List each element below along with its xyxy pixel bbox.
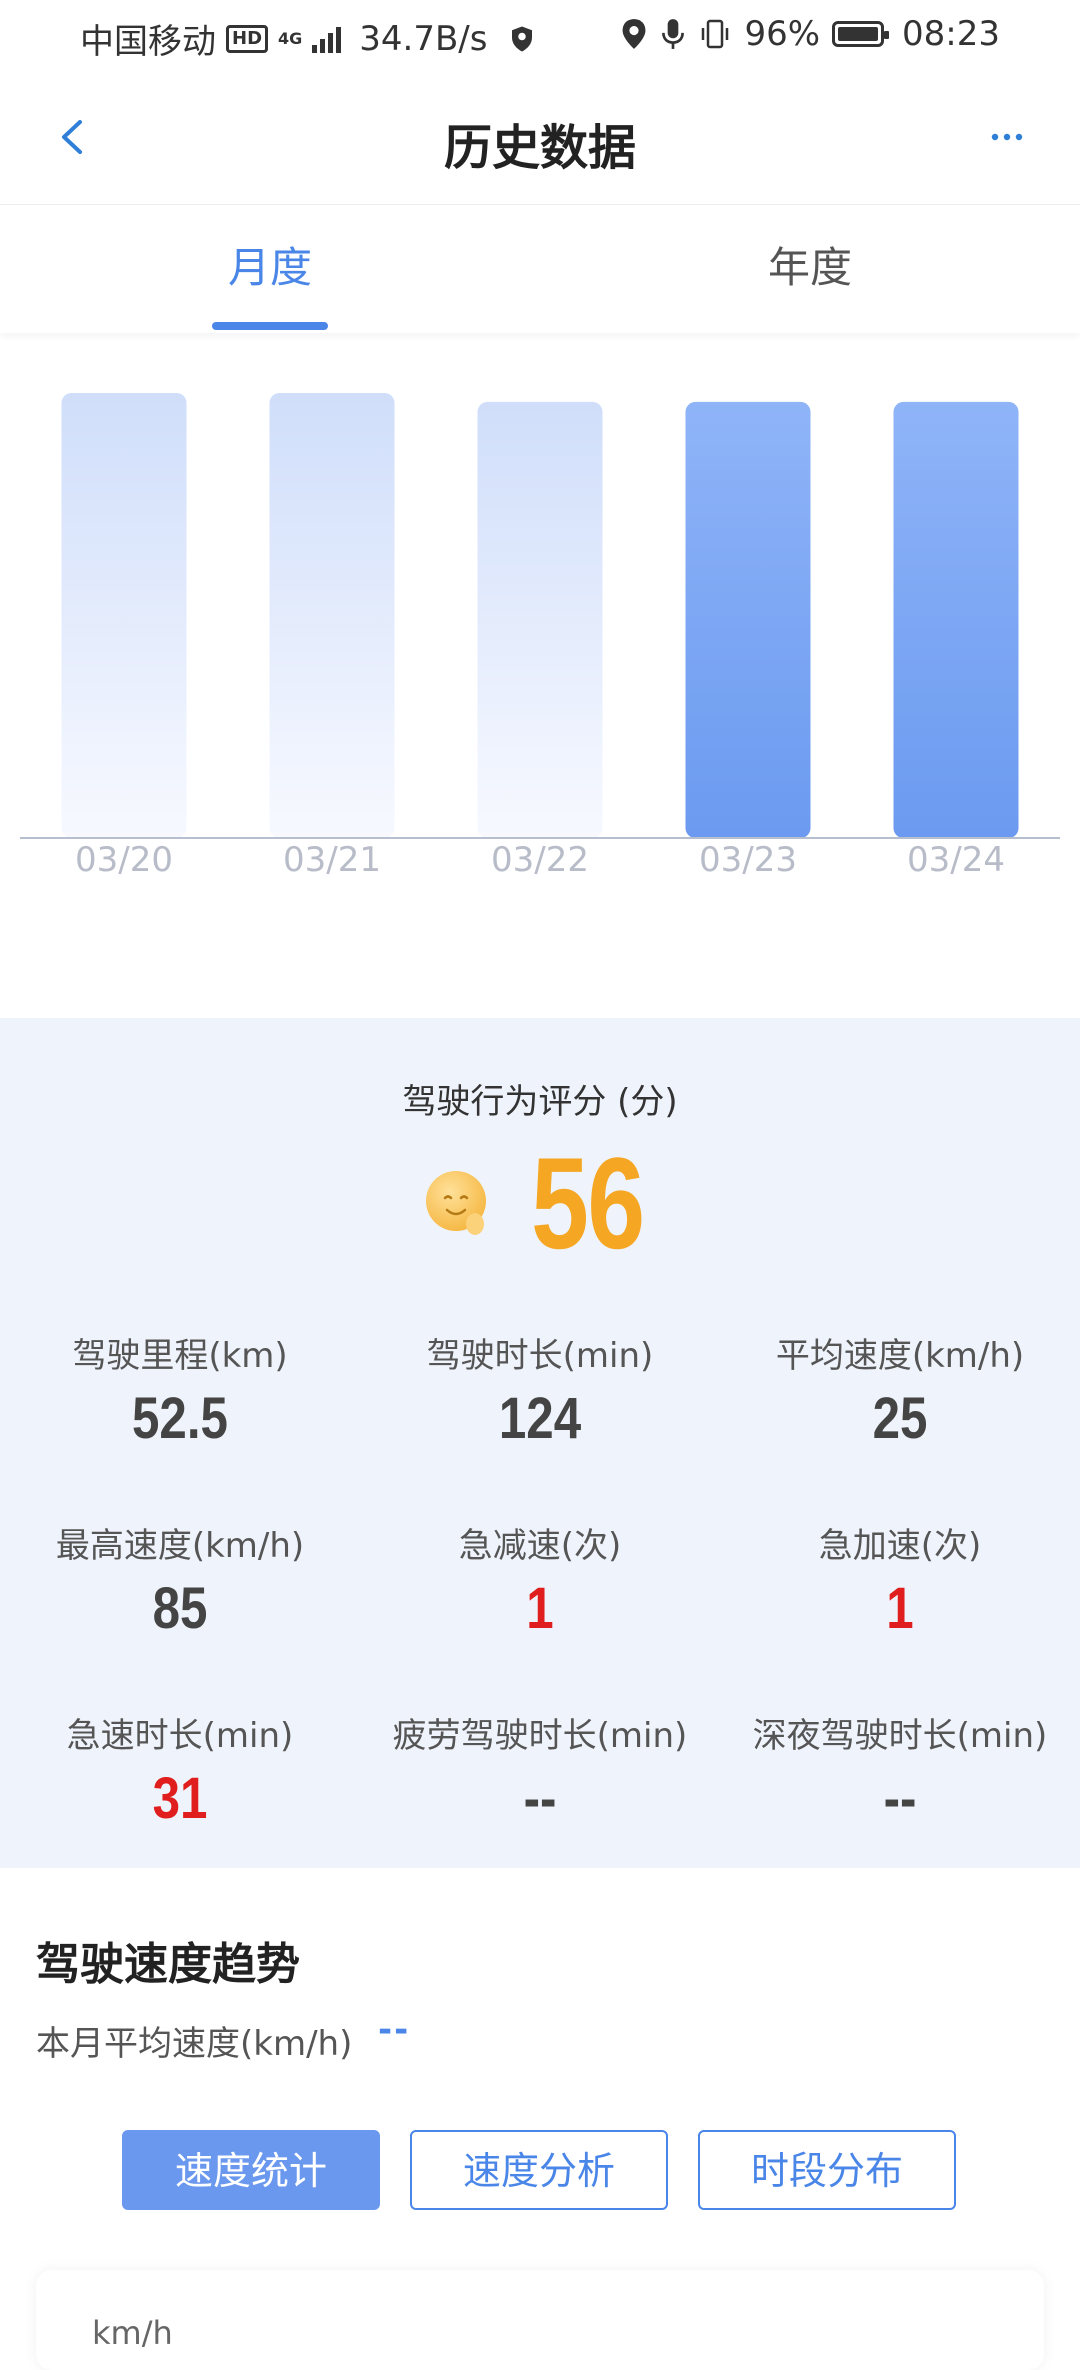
stat-value: 31 [152, 1766, 208, 1831]
stat-value: 1 [526, 1576, 554, 1641]
stat-max-speed: 最高速度(km/h) 85 [0, 1518, 360, 1642]
stat-value: 25 [872, 1386, 928, 1451]
y-axis-unit: km/h [92, 2314, 173, 2352]
bar-chart-svg [20, 393, 1060, 839]
tab-monthly[interactable]: 月度 [0, 205, 540, 333]
tab-yearly[interactable]: 年度 [540, 205, 1080, 333]
stat-speeding-duration: 急速时长(min) 31 [0, 1708, 360, 1832]
score-row: 56 [0, 1138, 1080, 1268]
network-type-icon: 4G [278, 28, 303, 48]
hd-icon: HD [226, 24, 269, 53]
stat-value: 52.5 [132, 1386, 228, 1451]
score-title: 驾驶行为评分 (分) [402, 1082, 678, 1122]
stat-mileage: 驾驶里程(km) 52.5 [0, 1328, 360, 1452]
stat-fatigue-duration: 疲劳驾驶时长(min) -- [360, 1708, 720, 1832]
speed-stats-button[interactable]: 速度统计 [122, 2130, 380, 2210]
bar-03-21[interactable] [269, 393, 395, 838]
speed-chart-card: km/h [36, 2270, 1044, 2370]
nav-bar: 历史数据 [0, 72, 1080, 205]
stat-label: 最高速度(km/h) [55, 1526, 305, 1566]
x-tick-label: 03/20 [75, 840, 173, 880]
active-tab-indicator [212, 322, 328, 330]
speed-analysis-button[interactable]: 速度分析 [410, 2130, 668, 2210]
microphone-icon [662, 19, 685, 49]
bar-03-24[interactable] [893, 401, 1019, 838]
net-speed: 34.7B/s [359, 18, 488, 59]
signal-icon [312, 25, 342, 53]
battery-icon [832, 21, 890, 47]
bar-03-23[interactable] [685, 401, 811, 838]
page-title: 历史数据 [443, 120, 636, 176]
driving-score-panel: 驾驶行为评分 (分) 56 驾驶里程(km) 52.5 驾驶时长(min) 12… [0, 1018, 1080, 1868]
x-tick-label: 03/21 [283, 840, 381, 880]
stat-value: 85 [152, 1576, 208, 1641]
more-dots-icon[interactable] [982, 112, 1032, 162]
stat-value: 124 [498, 1386, 582, 1451]
avg-speed-label: 本月平均速度(km/h) [36, 2024, 353, 2064]
stat-night-duration: 深夜驾驶时长(min) -- [720, 1708, 1080, 1832]
bar-03-22[interactable] [477, 401, 603, 838]
time-distribution-button[interactable]: 时段分布 [698, 2130, 956, 2210]
stat-hard-braking: 急减速(次) 1 [360, 1518, 720, 1642]
x-tick-label: 03/22 [491, 840, 589, 880]
smiley-face-icon [425, 1171, 486, 1235]
vibrate-icon [702, 19, 729, 49]
stat-value: -- [523, 1766, 557, 1831]
avg-speed-value: -- [378, 2010, 411, 2050]
stat-label: 急速时长(min) [66, 1716, 294, 1756]
battery-percent: 96% [744, 14, 821, 54]
bar-03-20[interactable] [61, 393, 187, 838]
stat-value: 1 [886, 1576, 914, 1641]
stat-label: 平均速度(km/h) [775, 1336, 1025, 1376]
stat-label: 驾驶时长(min) [426, 1336, 654, 1376]
status-bar: 中国移动 HD 4G 34.7B/s 96% 08:23 [0, 0, 1080, 72]
location-icon [623, 19, 646, 49]
stat-label: 急减速(次) [458, 1526, 622, 1566]
period-tabs: 月度 年度 [0, 205, 1080, 333]
shield-icon [512, 26, 533, 51]
stat-label: 疲劳驾驶时长(min) [392, 1716, 688, 1756]
clock: 08:23 [902, 14, 1000, 54]
carrier-label: 中国移动 [80, 22, 216, 62]
score-value: 56 [530, 1130, 645, 1276]
speed-trend-title: 驾驶速度趋势 [36, 1939, 300, 1990]
stat-label: 急加速(次) [818, 1526, 982, 1566]
score-bar-chart: 03/20 03/21 03/22 03/23 03/24 [0, 340, 1080, 980]
stat-hard-accel: 急加速(次) 1 [720, 1518, 1080, 1642]
stat-avg-speed: 平均速度(km/h) 25 [720, 1328, 1080, 1452]
status-left: 中国移动 HD 4G 34.7B/s [80, 14, 537, 63]
stat-label: 驾驶里程(km) [72, 1336, 288, 1376]
stat-duration: 驾驶时长(min) 124 [360, 1328, 720, 1452]
stat-label: 深夜驾驶时长(min) [752, 1716, 1048, 1756]
stat-value: -- [883, 1766, 917, 1831]
x-tick-label: 03/24 [907, 840, 1005, 880]
x-tick-label: 03/23 [699, 840, 797, 880]
status-right: 96% 08:23 [620, 14, 1000, 54]
